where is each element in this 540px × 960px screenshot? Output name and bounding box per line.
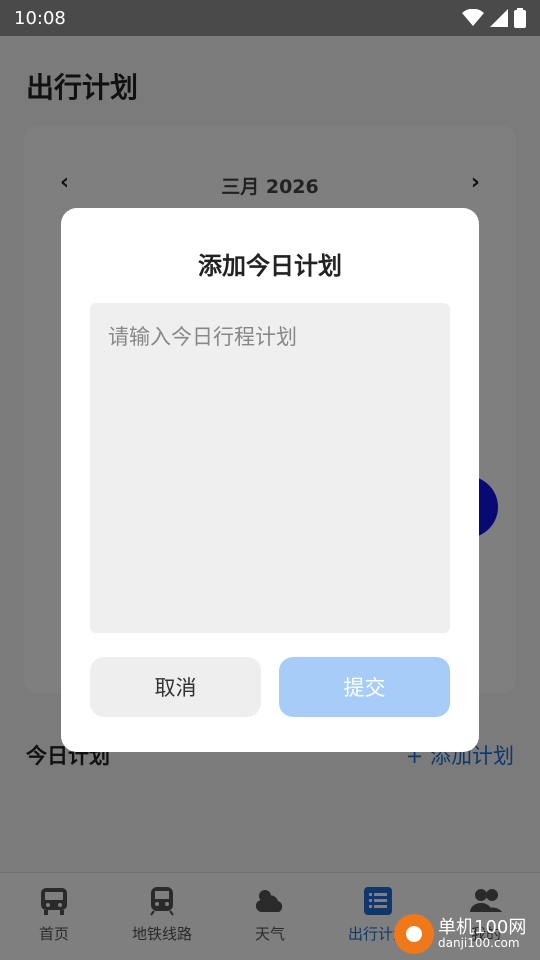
watermark-text: 单机100网: [438, 916, 527, 938]
status-time: 10:08: [14, 7, 66, 29]
signal-icon: [490, 9, 508, 27]
watermark-logo-icon: [394, 914, 434, 954]
watermark: 单机100网 danji100.com: [394, 912, 540, 956]
submit-button[interactable]: 提交: [279, 657, 450, 717]
status-bar: 10:08: [0, 0, 540, 36]
dialog-title: 添加今日计划: [198, 252, 342, 280]
cancel-button[interactable]: 取消: [90, 657, 261, 717]
wifi-icon: [462, 9, 484, 26]
watermark-url: danji100.com: [438, 936, 520, 951]
add-plan-dialog: 添加今日计划 取消 提交: [61, 208, 479, 752]
battery-icon: [514, 8, 526, 28]
status-icons: [462, 8, 526, 28]
plan-input[interactable]: [90, 303, 450, 633]
